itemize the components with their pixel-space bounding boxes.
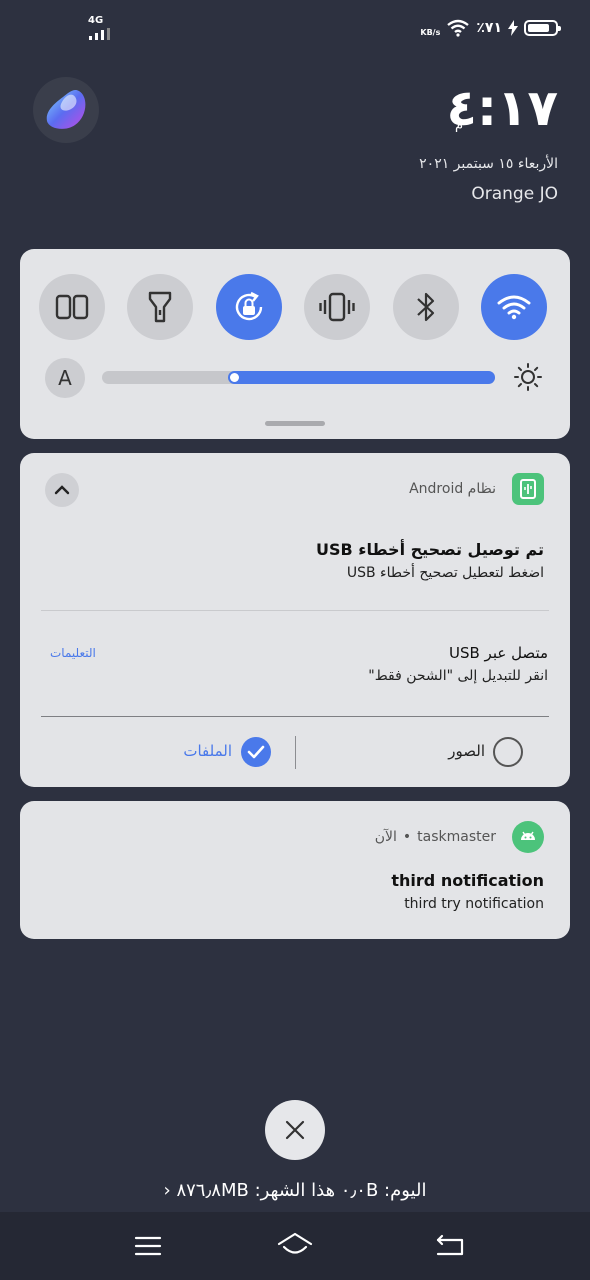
charging-bolt-icon	[508, 19, 518, 36]
battery-percent: ٪٧١	[476, 19, 502, 36]
network-speed-unit: KB/s	[420, 28, 441, 37]
split-screen-tile[interactable]	[39, 274, 105, 340]
home-icon[interactable]	[275, 1230, 315, 1260]
status-bar: 4G KB/s ٪٧١	[0, 0, 590, 60]
assistant-orb-icon[interactable]	[33, 77, 99, 143]
taskmaster-header: الآن • taskmaster	[375, 829, 496, 845]
files-radio-checked[interactable]	[241, 737, 271, 767]
photos-radio[interactable]	[493, 737, 523, 767]
wifi-status-icon	[447, 19, 470, 37]
android-app-icon	[512, 821, 544, 853]
notification-app-name: نظام Android	[409, 481, 496, 497]
usb-app-icon	[512, 473, 544, 505]
auto-brightness-button[interactable]: A	[45, 358, 85, 398]
collapse-button[interactable]	[45, 473, 79, 507]
notification-title: third notification	[391, 871, 544, 890]
wifi-tile[interactable]	[481, 274, 547, 340]
brightness-slider-thumb[interactable]	[230, 373, 239, 382]
checkmark-icon	[247, 745, 265, 759]
panel-drag-handle[interactable]	[265, 421, 325, 426]
clock-ampm: م	[454, 118, 463, 133]
usb-connection-body: انقر للتبديل إلى "الشحن فقط"	[368, 668, 548, 684]
flashlight-tile[interactable]	[127, 274, 193, 340]
usb-options-divider	[41, 716, 549, 717]
help-link[interactable]: التعليمات	[50, 646, 96, 660]
options-separator	[295, 736, 296, 769]
usb-debug-title: تم توصيل تصحيح أخطاء USB	[315, 540, 544, 559]
split-screen-icon	[55, 294, 89, 320]
notification-body: third try notification	[404, 896, 544, 912]
vibrate-icon	[319, 292, 355, 322]
vibrate-tile[interactable]	[304, 274, 370, 340]
back-icon[interactable]	[434, 1232, 466, 1258]
notification-divider	[41, 610, 549, 611]
carrier-label: Orange JO	[471, 184, 558, 204]
taskmaster-notification-card[interactable]: الآن • taskmaster third notification thi…	[20, 801, 570, 939]
usb-notification-card[interactable]: نظام Android تم توصيل تصحيح أخطاء USB اض…	[20, 453, 570, 787]
data-usage-summary[interactable]: اليوم: ٠٫٠B هذا الشهر: ٨٧٦٫٨MB ‹	[0, 1180, 590, 1201]
rotation-lock-tile[interactable]	[216, 274, 282, 340]
notification-time: الآن	[374, 829, 397, 845]
header-separator: •	[402, 829, 412, 845]
bluetooth-icon	[417, 292, 435, 322]
files-option-label[interactable]: الملفات	[183, 742, 232, 760]
usb-debug-body: اضغط لتعطيل تصحيح أخطاء USB	[346, 565, 544, 581]
navigation-bar	[0, 1212, 590, 1280]
brightness-slider-fill	[228, 371, 495, 384]
date-label: الأربعاء ١٥ سبتمبر ٢٠٢١	[419, 156, 558, 172]
brightness-sun-icon	[514, 363, 542, 391]
chevron-up-icon	[54, 485, 70, 495]
network-type-label: 4G	[88, 15, 104, 26]
close-icon	[285, 1120, 305, 1140]
bluetooth-tile[interactable]	[393, 274, 459, 340]
battery-icon	[524, 19, 561, 36]
clear-all-button[interactable]	[265, 1100, 325, 1160]
usb-connection-title: متصل عبر USB	[448, 644, 548, 662]
brightness-slider[interactable]	[102, 371, 495, 384]
wifi-icon	[497, 295, 531, 320]
photos-option-label[interactable]: الصور	[448, 742, 485, 760]
rotation-lock-icon	[235, 291, 263, 321]
notification-app-name: taskmaster	[417, 829, 496, 845]
auto-brightness-label: A	[58, 366, 72, 390]
flashlight-icon	[148, 291, 172, 323]
clock-time: ٤:١٧	[446, 79, 558, 137]
quick-settings-panel: A	[20, 249, 570, 439]
signal-icon	[89, 28, 110, 40]
menu-icon[interactable]	[134, 1234, 162, 1258]
